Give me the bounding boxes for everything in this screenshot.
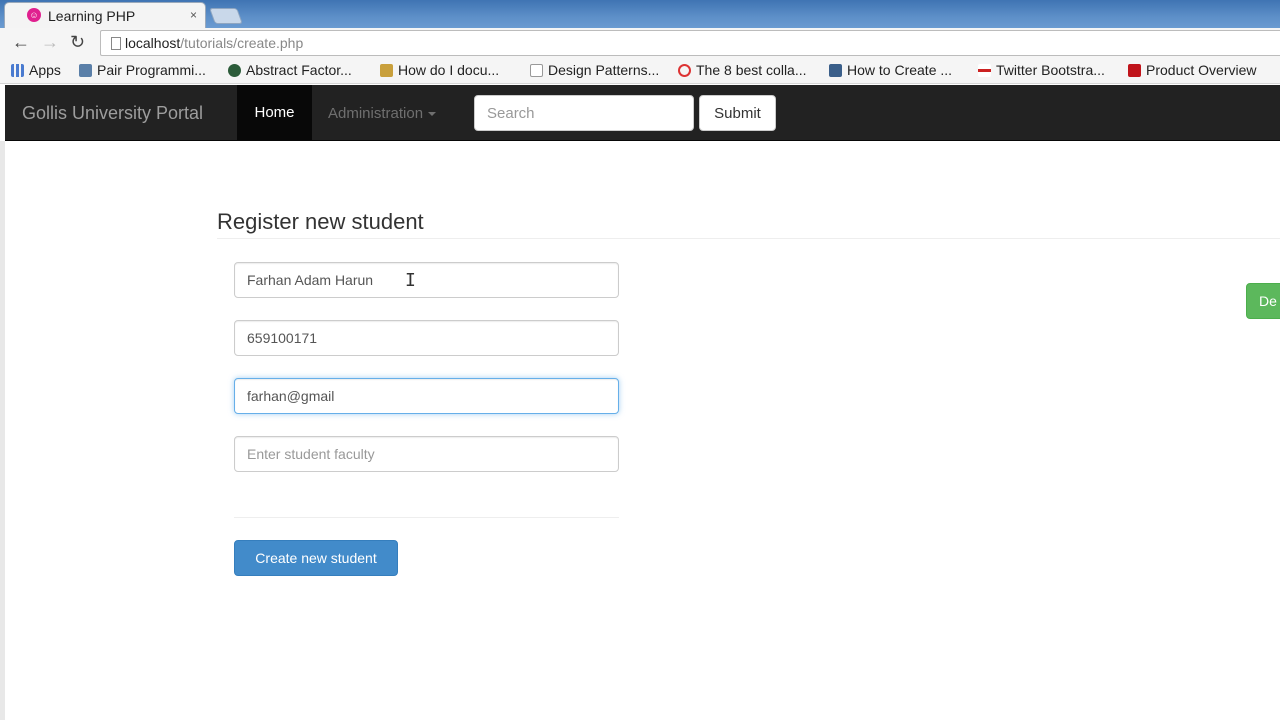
- navbar-brand[interactable]: Gollis University Portal: [22, 103, 203, 124]
- bookmark-item[interactable]: Abstract Factor...: [228, 62, 352, 78]
- bootstrap-icon: [978, 64, 991, 77]
- browser-tabstrip: ☺ Learning PHP ×: [0, 0, 1280, 28]
- nav-administration-dropdown[interactable]: Administration: [328, 105, 437, 122]
- pair-programming-icon: [79, 64, 92, 77]
- text-cursor-icon: I: [405, 270, 416, 291]
- nav-home[interactable]: Home: [237, 85, 312, 141]
- forward-arrow-icon[interactable]: →: [41, 32, 59, 52]
- check-circle-icon: [678, 64, 691, 77]
- apps-grid-icon: [11, 64, 24, 77]
- bookmark-item[interactable]: Twitter Bootstra...: [978, 62, 1105, 78]
- abstract-factory-icon: [228, 64, 241, 77]
- bookmark-item[interactable]: How to Create ...: [829, 62, 952, 78]
- browser-tab[interactable]: ☺ Learning PHP ×: [4, 2, 206, 28]
- student-phone-field[interactable]: [234, 320, 619, 356]
- bookmark-item[interactable]: Product Overview: [1128, 62, 1256, 78]
- search-input[interactable]: [474, 95, 694, 131]
- side-success-button[interactable]: De: [1246, 283, 1280, 319]
- caret-down-icon: [428, 112, 437, 117]
- student-name-field[interactable]: [234, 262, 619, 298]
- title-divider: [217, 238, 1280, 239]
- address-bar[interactable]: localhost/tutorials/create.php: [100, 30, 1280, 56]
- app-navbar: Gollis University Portal Home Administra…: [5, 85, 1280, 141]
- bookmark-item[interactable]: Pair Programmi...: [79, 62, 206, 78]
- student-faculty-field[interactable]: [234, 436, 619, 472]
- browser-toolbar: ← → ↻ localhost/tutorials/create.php: [0, 28, 1280, 58]
- student-email-field[interactable]: [234, 378, 619, 414]
- bookmark-item[interactable]: Design Patterns...: [530, 62, 659, 78]
- bookmark-item[interactable]: How do I docu...: [380, 62, 499, 78]
- stackoverflow-icon: [380, 64, 393, 77]
- bookmark-apps[interactable]: Apps: [11, 62, 61, 78]
- bookmark-item[interactable]: The 8 best colla...: [678, 62, 807, 78]
- page-title: Register new student: [217, 209, 424, 234]
- php-favicon-icon: ☺: [27, 8, 41, 22]
- tumblr-icon: [829, 64, 842, 77]
- window-edge: [0, 141, 5, 720]
- reload-icon[interactable]: ↻: [70, 32, 85, 52]
- back-arrow-icon[interactable]: ←: [12, 32, 30, 52]
- form-divider: [234, 517, 619, 518]
- product-icon: [1128, 64, 1141, 77]
- new-tab-button[interactable]: [209, 8, 243, 24]
- bookmarks-bar: Apps Pair Programmi... Abstract Factor..…: [0, 58, 1280, 84]
- page-icon: [530, 64, 543, 77]
- search-submit-button[interactable]: Submit: [699, 95, 776, 131]
- tab-title: Learning PHP: [48, 8, 136, 24]
- page-icon: [111, 37, 121, 50]
- create-student-button[interactable]: Create new student: [234, 540, 398, 576]
- url-text: localhost/tutorials/create.php: [125, 35, 304, 51]
- tab-close-icon[interactable]: ×: [190, 8, 197, 22]
